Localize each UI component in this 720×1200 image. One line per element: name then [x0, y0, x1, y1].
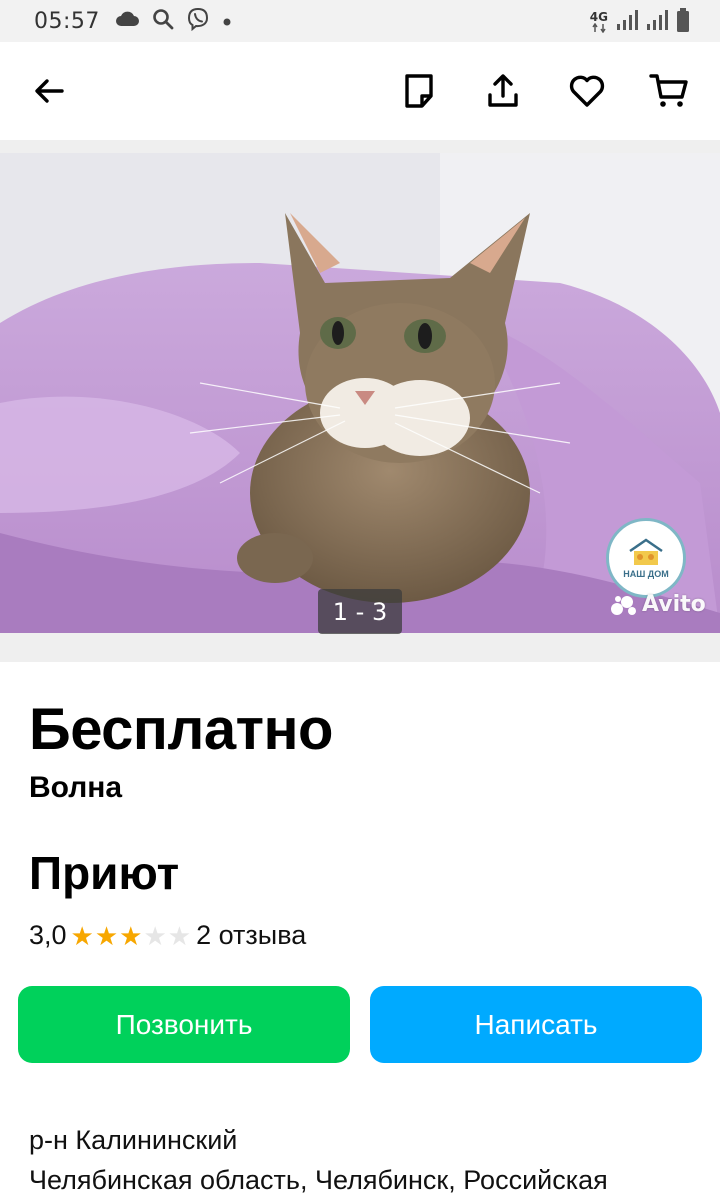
avito-watermark: Avito: [610, 592, 706, 617]
note-button[interactable]: [394, 66, 444, 116]
call-button-label: Позвонить: [115, 1008, 253, 1040]
dot-icon: [222, 12, 232, 31]
rating-stars: ★ ★ ★ ★ ★: [71, 923, 193, 949]
listing-title: Волна: [29, 771, 123, 804]
star-filled-icon: ★: [70, 920, 94, 951]
status-icons-right: 4G: [590, 8, 690, 36]
cart-button[interactable]: [644, 66, 694, 116]
house-icon: [629, 538, 663, 565]
star-filled-icon: ★: [94, 920, 119, 951]
seller-rating[interactable]: 3,0 ★ ★ ★ ★ ★ 2 отзыва: [29, 920, 306, 951]
star-filled-icon: ★: [119, 920, 143, 951]
rating-value: 3,0: [29, 920, 67, 950]
location-block: р-н Калининский Челябинская область, Чел…: [29, 1120, 608, 1200]
back-button[interactable]: [24, 66, 74, 116]
share-button[interactable]: [478, 66, 528, 116]
status-bar: 05:57 4G: [0, 0, 720, 42]
location-district: р-н Калининский: [29, 1125, 238, 1155]
cloud-icon: [114, 10, 140, 32]
shelter-logo: НАШ ДОМ: [606, 518, 686, 598]
shelter-logo-text: НАШ ДОМ: [623, 569, 669, 579]
seller-name[interactable]: Приют: [29, 846, 179, 900]
favorite-button[interactable]: [562, 66, 612, 116]
note-icon: [405, 74, 433, 108]
listing-price: Бесплатно: [29, 697, 333, 762]
signal-icon: [616, 9, 638, 35]
network-indicator: 4G: [590, 11, 608, 33]
signal-icon: [646, 9, 668, 35]
search-icon: [152, 8, 174, 34]
status-time: 05:57: [34, 8, 100, 34]
data-arrows-icon: [592, 23, 606, 33]
viber-icon: [186, 7, 210, 35]
photo-counter: 1 - 3: [318, 589, 402, 634]
star-empty-icon: ★: [167, 920, 192, 951]
write-button[interactable]: Написать: [370, 986, 702, 1063]
location-address: Челябинская область, Челябинск, Российск…: [29, 1165, 608, 1195]
app-bar: [0, 42, 720, 140]
write-button-label: Написать: [474, 1008, 598, 1040]
network-type-label: 4G: [589, 10, 608, 24]
cart-icon: [649, 74, 688, 107]
avito-logo-icon: [611, 595, 636, 615]
back-arrow-icon: [35, 79, 64, 103]
star-empty-icon: ★: [143, 920, 167, 951]
favorite-icon: [569, 75, 605, 107]
status-icons-left: [114, 7, 232, 35]
share-icon: [488, 74, 518, 107]
battery-icon: [676, 8, 690, 36]
watermark-text: Avito: [642, 592, 706, 617]
reviews-link[interactable]: 2 отзыва: [196, 920, 306, 951]
call-button[interactable]: Позвонить: [18, 986, 350, 1063]
